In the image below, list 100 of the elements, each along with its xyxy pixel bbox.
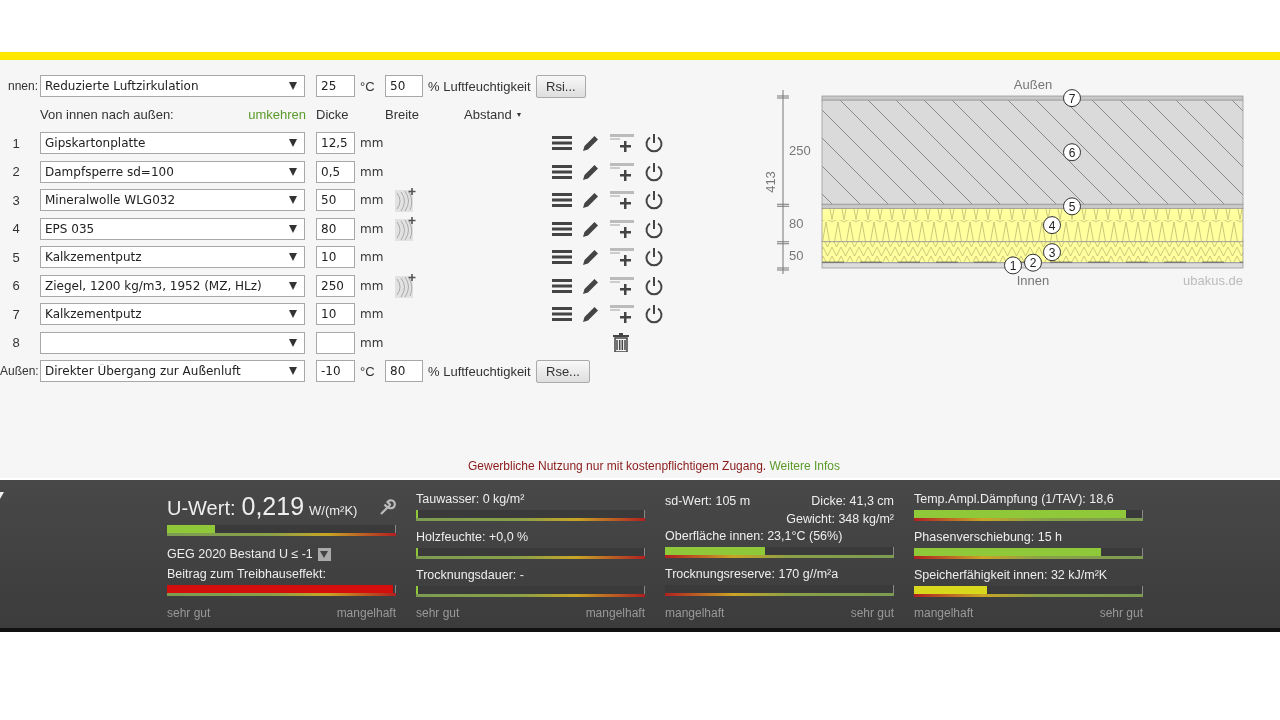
unit-label: % Luftfeuchtigkeit [427, 78, 532, 94]
temperature-field[interactable]: -10 [316, 360, 355, 383]
climate-dropdown[interactable]: Reduzierte Luftzirkulation [40, 75, 305, 98]
layer-number: 4 [11, 221, 21, 237]
thickness-field[interactable] [316, 331, 355, 354]
menu-icon[interactable] [552, 220, 572, 237]
power-icon[interactable] [644, 133, 664, 154]
inside-label: Innen [1016, 273, 1050, 288]
material-dropdown[interactable]: Dampfsperre sd=100 [40, 160, 305, 183]
pencil-icon[interactable] [582, 134, 600, 153]
thickness-field[interactable]: 50 [316, 189, 355, 212]
caret-icon [289, 82, 297, 91]
temperature-field[interactable]: 25 [316, 75, 355, 98]
scale-label: sehr gut [1099, 606, 1143, 620]
material-dropdown[interactable]: Gipskartonplatte [40, 132, 305, 155]
meter-label: Temp.Ampl.Dämpfung (1/TAV): 18,6 [914, 492, 1115, 507]
material-dropdown[interactable]: Kalkzementputz [40, 303, 305, 326]
material-dropdown[interactable]: Mineralwolle WLG032 [40, 189, 305, 212]
texture-plus-icon[interactable] [395, 188, 416, 213]
thickness-field[interactable]: 250 [316, 274, 355, 297]
caret-icon [289, 167, 297, 176]
material-dropdown[interactable]: EPS 035 [40, 217, 305, 240]
pencil-icon[interactable] [582, 219, 600, 238]
caret-icon [320, 550, 329, 558]
scale-label: mangelhaft [665, 606, 725, 620]
layer-marker: 3 [1043, 243, 1061, 262]
material-dropdown[interactable]: Ziegel, 1200 kg/m3, 1952 (MZ, HLz) [40, 274, 305, 297]
pencil-icon[interactable] [582, 248, 600, 267]
thickness-field[interactable]: 0,5 [316, 160, 355, 183]
unit-label: mm [359, 164, 385, 179]
side-label: Außen: [0, 364, 40, 379]
caret-icon [289, 253, 297, 262]
dimension-label: 50 [789, 247, 804, 263]
climate-dropdown[interactable]: Direkter Übergang zur Außenluft [40, 360, 305, 383]
caret-icon [289, 196, 297, 205]
standard-label: GEG 2020 Bestand U ≤ -1 [167, 547, 313, 562]
power-icon[interactable] [644, 161, 664, 182]
thickness-field[interactable]: 80 [316, 217, 355, 240]
menu-icon[interactable] [552, 192, 572, 209]
add-layer-icon[interactable] [610, 134, 634, 153]
rsi-button[interactable]: Rsi... [536, 74, 586, 98]
spacing-dropdown[interactable]: Abstand [464, 107, 521, 123]
caret-icon [289, 139, 297, 148]
power-icon[interactable] [644, 247, 664, 268]
menu-icon[interactable] [552, 249, 572, 266]
add-layer-icon[interactable] [610, 162, 634, 181]
power-icon[interactable] [644, 304, 664, 325]
humidity-field[interactable]: 50 [385, 75, 423, 98]
standard-dropdown[interactable] [317, 547, 331, 561]
layer-marker: 4 [1043, 216, 1061, 235]
layer-number: 7 [11, 306, 21, 322]
dimension-label: 80 [789, 216, 804, 231]
layer-marker: 7 [1063, 89, 1081, 108]
add-layer-icon[interactable] [610, 305, 634, 324]
add-layer-icon[interactable] [610, 248, 634, 267]
u-value-label: U-Wert: [167, 497, 236, 520]
power-icon[interactable] [644, 218, 664, 239]
power-icon[interactable] [644, 275, 664, 296]
unit-label: mm [359, 221, 385, 236]
pencil-icon[interactable] [582, 305, 600, 324]
trash-icon[interactable] [613, 333, 629, 353]
pencil-icon[interactable] [582, 162, 600, 181]
wrench-icon[interactable] [379, 498, 396, 516]
pencil-icon[interactable] [582, 276, 600, 295]
add-layer-icon[interactable] [610, 191, 634, 210]
rse-button[interactable]: Rse... [536, 359, 590, 383]
layer-number: 5 [11, 249, 21, 265]
humidity-field[interactable]: 80 [385, 360, 423, 383]
unit-label: °C [359, 363, 376, 379]
menu-icon[interactable] [552, 277, 572, 294]
texture-plus-icon[interactable] [395, 216, 416, 241]
notice-text: Gewerbliche Nutzung nur mit kostenpflichtigem Zugang. [468, 459, 767, 473]
material-dropdown[interactable]: Kalkzementputz [40, 246, 305, 269]
scale-label: mangelhaft [914, 606, 974, 620]
layer-marker: 2 [1024, 253, 1042, 272]
layer-number: 2 [11, 164, 21, 180]
meter-label: Oberfläche innen: 23,1°C (56%) [665, 528, 844, 544]
scale-label: mangelhaft [336, 606, 396, 620]
property-value: Gewicht: 348 kg/m² [786, 511, 894, 528]
thickness-field[interactable]: 10 [316, 303, 355, 326]
caret-icon [289, 281, 297, 290]
column-header: Dicke [315, 107, 350, 123]
texture-plus-icon[interactable] [395, 273, 416, 298]
scale-label: sehr gut [850, 606, 894, 620]
add-layer-icon[interactable] [610, 276, 634, 295]
meter-label: Phasenverschiebung: 15 h [914, 530, 1064, 545]
add-layer-icon[interactable] [610, 219, 634, 238]
menu-icon[interactable] [552, 306, 572, 323]
direction-label: Von innen nach außen: [40, 107, 175, 123]
thickness-field[interactable]: 10 [316, 246, 355, 269]
pencil-icon[interactable] [582, 191, 600, 210]
meter-label: Speicherfähigkeit innen: 32 kJ/m²K [914, 568, 1109, 583]
column-header: Breite [385, 107, 420, 123]
power-icon[interactable] [644, 190, 664, 211]
thickness-field[interactable]: 12,5 [316, 132, 355, 155]
caret-icon [289, 224, 297, 233]
total-dimension-label: 413 [763, 171, 778, 193]
menu-icon[interactable] [552, 135, 572, 152]
menu-icon[interactable] [552, 163, 572, 180]
outside-label: Außen [1013, 77, 1053, 92]
